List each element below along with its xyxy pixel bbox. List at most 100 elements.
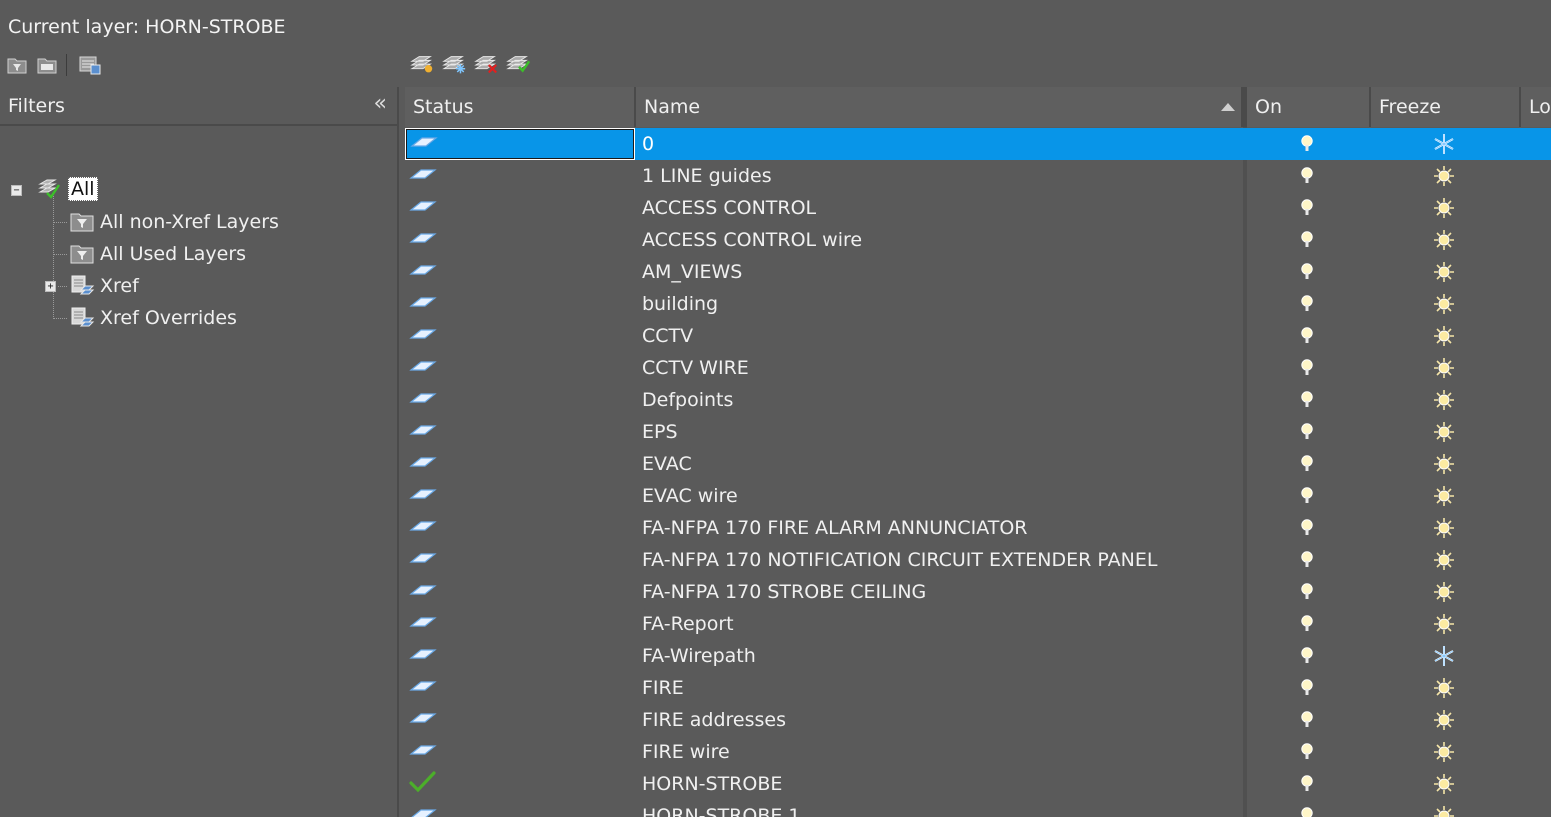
status-cell[interactable] [405, 128, 635, 160]
tree-node-xref-overrides[interactable]: Xref Overrides [68, 304, 237, 332]
column-header-on[interactable]: On [1247, 87, 1371, 127]
layer-row[interactable]: FA-NFPA 170 FIRE ALARM ANNUNCIATOR [405, 512, 1551, 544]
sun-thawed-icon[interactable] [1432, 416, 1456, 448]
sun-thawed-icon[interactable] [1432, 704, 1456, 736]
status-cell[interactable] [405, 288, 635, 320]
sun-thawed-icon[interactable] [1432, 512, 1456, 544]
layer-row[interactable]: EVAC [405, 448, 1551, 480]
column-header-freeze[interactable]: Freeze [1371, 87, 1521, 127]
layer-name[interactable]: 1 LINE guides [642, 160, 1242, 192]
layer-row[interactable]: FIRE wire [405, 736, 1551, 768]
lightbulb-on-icon[interactable] [1295, 640, 1319, 672]
status-cell[interactable] [405, 512, 635, 544]
layer-name[interactable]: FIRE addresses [642, 704, 1242, 736]
sun-thawed-icon[interactable] [1432, 736, 1456, 768]
tree-node-non-xref[interactable]: All non-Xref Layers [68, 208, 279, 236]
layer-row[interactable]: building [405, 288, 1551, 320]
status-cell[interactable] [405, 480, 635, 512]
lightbulb-on-icon[interactable] [1295, 512, 1319, 544]
lightbulb-on-icon[interactable] [1295, 608, 1319, 640]
status-cell[interactable] [405, 320, 635, 352]
layer-row[interactable]: EPS [405, 416, 1551, 448]
column-header-lock[interactable]: Lo [1521, 87, 1551, 127]
sun-thawed-icon[interactable] [1432, 800, 1456, 817]
layer-name[interactable]: EPS [642, 416, 1242, 448]
sun-thawed-icon[interactable] [1432, 576, 1456, 608]
layer-name[interactable]: EVAC wire [642, 480, 1242, 512]
layer-name[interactable]: HORN-STROBE 1 [642, 800, 1242, 817]
lightbulb-on-icon[interactable] [1295, 288, 1319, 320]
sun-thawed-icon[interactable] [1432, 320, 1456, 352]
layer-row[interactable]: HORN-STROBE 1 [405, 800, 1551, 817]
lightbulb-on-icon[interactable] [1295, 160, 1319, 192]
layer-name[interactable]: FA-NFPA 170 NOTIFICATION CIRCUIT EXTENDE… [642, 544, 1242, 576]
layer-row[interactable]: 1 LINE guides [405, 160, 1551, 192]
new-group-filter-icon[interactable] [34, 53, 60, 77]
layer-name[interactable]: AM_VIEWS [642, 256, 1242, 288]
sun-thawed-icon[interactable] [1432, 256, 1456, 288]
lightbulb-on-icon[interactable] [1295, 416, 1319, 448]
lightbulb-on-icon[interactable] [1295, 544, 1319, 576]
layer-name[interactable]: 0 [642, 128, 1242, 160]
status-cell[interactable] [405, 416, 635, 448]
layer-name[interactable]: FIRE [642, 672, 1242, 704]
layer-name[interactable]: FA-NFPA 170 STROBE CEILING [642, 576, 1242, 608]
status-cell[interactable] [405, 576, 635, 608]
lightbulb-on-icon[interactable] [1295, 736, 1319, 768]
lightbulb-on-icon[interactable] [1295, 224, 1319, 256]
lightbulb-on-icon[interactable] [1295, 576, 1319, 608]
layer-name[interactable]: EVAC [642, 448, 1242, 480]
layer-row[interactable]: AM_VIEWS [405, 256, 1551, 288]
snowflake-frozen-icon[interactable] [1432, 128, 1456, 160]
status-cell[interactable] [405, 224, 635, 256]
tree-node-xref[interactable]: Xref [68, 272, 139, 300]
sun-thawed-icon[interactable] [1432, 384, 1456, 416]
layer-states-manager-icon[interactable] [77, 53, 103, 77]
lightbulb-on-icon[interactable] [1295, 352, 1319, 384]
status-cell[interactable] [405, 608, 635, 640]
sun-thawed-icon[interactable] [1432, 608, 1456, 640]
layer-row[interactable]: Defpoints [405, 384, 1551, 416]
layer-name[interactable]: ACCESS CONTROL wire [642, 224, 1242, 256]
layer-row[interactable]: ACCESS CONTROL wire [405, 224, 1551, 256]
sun-thawed-icon[interactable] [1432, 544, 1456, 576]
sun-thawed-icon[interactable] [1432, 224, 1456, 256]
lightbulb-on-icon[interactable] [1295, 800, 1319, 817]
layer-name[interactable]: FA-NFPA 170 FIRE ALARM ANNUNCIATOR [642, 512, 1242, 544]
lightbulb-on-icon[interactable] [1295, 448, 1319, 480]
layer-name[interactable]: building [642, 288, 1242, 320]
lightbulb-on-icon[interactable] [1295, 384, 1319, 416]
new-property-filter-icon[interactable] [4, 53, 30, 77]
lightbulb-on-icon[interactable] [1295, 672, 1319, 704]
sun-thawed-icon[interactable] [1432, 448, 1456, 480]
layer-row[interactable]: EVAC wire [405, 480, 1551, 512]
sun-thawed-icon[interactable] [1432, 160, 1456, 192]
lightbulb-on-icon[interactable] [1295, 768, 1319, 800]
sun-thawed-icon[interactable] [1432, 192, 1456, 224]
status-cell[interactable] [405, 544, 635, 576]
layer-name[interactable]: HORN-STROBE [642, 768, 1242, 800]
layer-row[interactable]: CCTV [405, 320, 1551, 352]
status-cell[interactable] [405, 768, 635, 800]
layer-row[interactable]: HORN-STROBE [405, 768, 1551, 800]
sun-thawed-icon[interactable] [1432, 480, 1456, 512]
tree-node-used[interactable]: All Used Layers [68, 240, 246, 268]
status-cell[interactable] [405, 352, 635, 384]
snowflake-frozen-icon[interactable] [1432, 640, 1456, 672]
layer-row[interactable]: FA-NFPA 170 NOTIFICATION CIRCUIT EXTENDE… [405, 544, 1551, 576]
sun-thawed-icon[interactable] [1432, 672, 1456, 704]
set-current-icon[interactable] [505, 53, 531, 77]
status-cell[interactable] [405, 256, 635, 288]
collapse-all-toggle[interactable]: − [11, 185, 22, 196]
layer-row[interactable]: FA-NFPA 170 STROBE CEILING [405, 576, 1551, 608]
status-cell[interactable] [405, 448, 635, 480]
lightbulb-on-icon[interactable] [1295, 704, 1319, 736]
new-layer-vp-frozen-icon[interactable] [441, 53, 467, 77]
layer-name[interactable]: FA-Wirepath [642, 640, 1242, 672]
collapse-filters-button[interactable]: « [374, 91, 387, 116]
layer-row[interactable]: FA-Report [405, 608, 1551, 640]
lightbulb-on-icon[interactable] [1295, 128, 1319, 160]
layer-row[interactable]: FIRE [405, 672, 1551, 704]
status-cell[interactable] [405, 192, 635, 224]
sun-thawed-icon[interactable] [1432, 768, 1456, 800]
